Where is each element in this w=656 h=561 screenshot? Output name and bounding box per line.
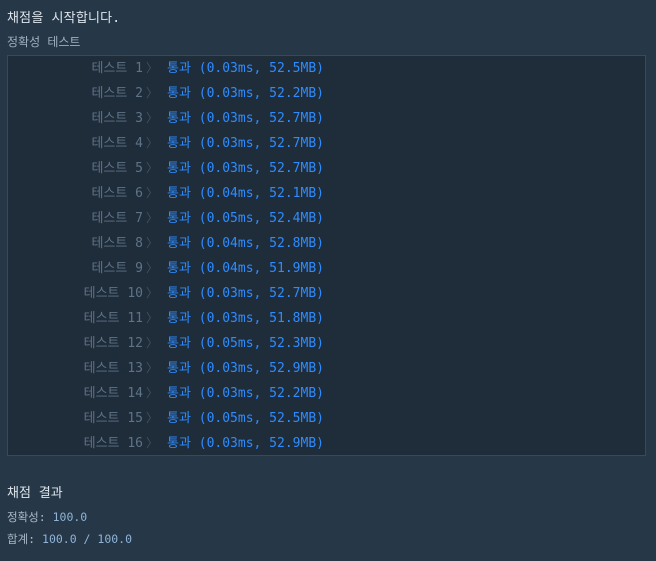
accuracy-label: 정확성: bbox=[7, 510, 53, 524]
test-result: 통과 (0.05ms, 52.3MB) bbox=[167, 336, 324, 351]
test-name: 테스트 8 bbox=[91, 236, 143, 251]
total-score: 합계: 100.0 / 100.0 bbox=[7, 531, 132, 547]
test-row: 테스트 2 〉 통과 (0.03ms, 52.2MB) bbox=[8, 81, 645, 106]
test-row: 테스트 8 〉 통과 (0.04ms, 52.8MB) bbox=[8, 231, 645, 256]
test-row: 테스트 6 〉 통과 (0.04ms, 52.1MB) bbox=[8, 181, 645, 206]
test-name: 테스트 13 bbox=[83, 361, 143, 376]
test-name: 테스트 2 bbox=[91, 86, 143, 101]
test-result: 통과 (0.05ms, 52.5MB) bbox=[167, 411, 324, 426]
test-name: 테스트 12 bbox=[83, 336, 143, 351]
test-result: 통과 (0.04ms, 52.8MB) bbox=[167, 236, 324, 251]
test-name: 테스트 6 bbox=[91, 186, 143, 201]
test-name: 테스트 15 bbox=[83, 411, 143, 426]
accuracy-value: 100.0 bbox=[52, 510, 88, 524]
chevron-right-icon: 〉 bbox=[146, 386, 159, 400]
test-result: 통과 (0.04ms, 52.1MB) bbox=[167, 186, 324, 201]
chevron-right-icon: 〉 bbox=[146, 111, 159, 125]
chevron-right-icon: 〉 bbox=[146, 286, 159, 300]
test-name: 테스트 4 bbox=[91, 136, 143, 151]
test-row: 테스트 16 〉 통과 (0.03ms, 52.9MB) bbox=[8, 431, 645, 456]
test-result: 통과 (0.04ms, 51.9MB) bbox=[167, 261, 324, 276]
test-row: 테스트 1 〉 통과 (0.03ms, 52.5MB) bbox=[8, 56, 645, 81]
test-result: 통과 (0.03ms, 52.9MB) bbox=[167, 436, 324, 451]
test-name: 테스트 16 bbox=[83, 436, 143, 451]
accuracy-score: 정확성: 100.0 bbox=[7, 509, 87, 525]
test-row: 테스트 10 〉 통과 (0.03ms, 52.7MB) bbox=[8, 281, 645, 306]
test-row: 테스트 4 〉 통과 (0.03ms, 52.7MB) bbox=[8, 131, 645, 156]
test-result: 통과 (0.03ms, 52.7MB) bbox=[167, 286, 324, 301]
test-result: 통과 (0.05ms, 52.4MB) bbox=[167, 211, 324, 226]
test-result: 통과 (0.03ms, 52.9MB) bbox=[167, 361, 324, 376]
test-row: 테스트 15 〉 통과 (0.05ms, 52.5MB) bbox=[8, 406, 645, 431]
total-value: 100.0 / 100.0 bbox=[42, 532, 133, 546]
test-result: 통과 (0.03ms, 52.7MB) bbox=[167, 161, 324, 176]
chevron-right-icon: 〉 bbox=[146, 311, 159, 325]
test-name: 테스트 5 bbox=[91, 161, 143, 176]
test-name: 테스트 3 bbox=[91, 111, 143, 126]
chevron-right-icon: 〉 bbox=[146, 86, 159, 100]
chevron-right-icon: 〉 bbox=[146, 161, 159, 175]
test-name: 테스트 9 bbox=[91, 261, 143, 276]
grading-result-title: 채점 결과 bbox=[7, 486, 63, 501]
chevron-right-icon: 〉 bbox=[146, 261, 159, 275]
test-name: 테스트 14 bbox=[83, 386, 143, 401]
test-result: 통과 (0.03ms, 52.5MB) bbox=[167, 61, 324, 76]
test-result: 통과 (0.03ms, 51.8MB) bbox=[167, 311, 324, 326]
test-name: 테스트 7 bbox=[91, 211, 143, 226]
test-row: 테스트 9 〉 통과 (0.04ms, 51.9MB) bbox=[8, 256, 645, 281]
chevron-right-icon: 〉 bbox=[146, 211, 159, 225]
grading-start-message: 채점을 시작합니다. bbox=[7, 11, 121, 26]
test-row: 테스트 5 〉 통과 (0.03ms, 52.7MB) bbox=[8, 156, 645, 181]
test-row: 테스트 13 〉 통과 (0.03ms, 52.9MB) bbox=[8, 356, 645, 381]
chevron-right-icon: 〉 bbox=[146, 411, 159, 425]
test-result: 통과 (0.03ms, 52.7MB) bbox=[167, 111, 324, 126]
section-label-accuracy-test: 정확성 테스트 bbox=[7, 35, 81, 49]
chevron-right-icon: 〉 bbox=[146, 336, 159, 350]
test-row: 테스트 12 〉 통과 (0.05ms, 52.3MB) bbox=[8, 331, 645, 356]
total-label: 합계: bbox=[7, 532, 43, 546]
test-name: 테스트 1 bbox=[91, 61, 143, 76]
test-result: 통과 (0.03ms, 52.2MB) bbox=[167, 86, 324, 101]
test-result: 통과 (0.03ms, 52.7MB) bbox=[167, 136, 324, 151]
chevron-right-icon: 〉 bbox=[146, 436, 159, 450]
test-row: 테스트 11 〉 통과 (0.03ms, 51.8MB) bbox=[8, 306, 645, 331]
test-results-panel: 테스트 1 〉 통과 (0.03ms, 52.5MB) 테스트 2 〉 통과 (0.03m… bbox=[7, 55, 646, 456]
chevron-right-icon: 〉 bbox=[146, 236, 159, 250]
chevron-right-icon: 〉 bbox=[146, 61, 159, 75]
test-name: 테스트 10 bbox=[83, 286, 143, 301]
test-row: 테스트 7 〉 통과 (0.05ms, 52.4MB) bbox=[8, 206, 645, 231]
test-row: 테스트 3 〉 통과 (0.03ms, 52.7MB) bbox=[8, 106, 645, 131]
test-row: 테스트 14 〉 통과 (0.03ms, 52.2MB) bbox=[8, 381, 645, 406]
test-result: 통과 (0.03ms, 52.2MB) bbox=[167, 386, 324, 401]
chevron-right-icon: 〉 bbox=[146, 186, 159, 200]
test-name: 테스트 11 bbox=[83, 311, 143, 326]
chevron-right-icon: 〉 bbox=[146, 361, 159, 375]
chevron-right-icon: 〉 bbox=[146, 136, 159, 150]
